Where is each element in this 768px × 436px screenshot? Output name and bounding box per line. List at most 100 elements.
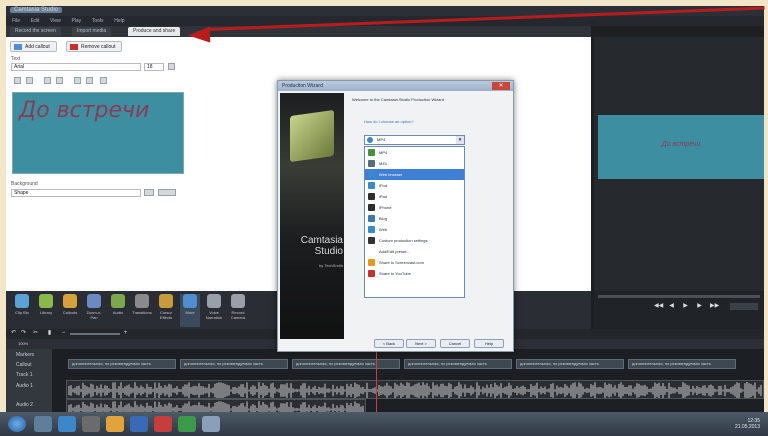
bold-icon[interactable] <box>14 77 21 84</box>
track-label: Track 1 <box>16 372 33 378</box>
task-clip-bin[interactable]: Clip Bin <box>12 294 32 327</box>
explorer-icon[interactable] <box>34 416 52 432</box>
fill-color-icon[interactable] <box>144 189 154 196</box>
task-audio[interactable]: Audio <box>108 294 128 327</box>
task-more[interactable]: More <box>180 294 200 327</box>
list-icon[interactable] <box>74 77 81 84</box>
font-select[interactable]: Arial <box>11 63 141 71</box>
task-label: Library <box>39 310 53 315</box>
cursor-icon <box>159 294 173 308</box>
add-callout-button[interactable]: Add callout <box>10 41 57 52</box>
track-header[interactable]: Markers <box>6 349 52 359</box>
redo-icon[interactable]: ↷ <box>20 330 27 337</box>
task-zoom[interactable]: Zoom-n-Pan <box>84 294 104 327</box>
format-option-icon <box>368 160 375 167</box>
format-option[interactable]: Custom production settings <box>365 235 464 246</box>
close-icon[interactable]: ✕ <box>492 82 510 90</box>
align-left-icon[interactable] <box>44 77 51 84</box>
help-choose-link[interactable]: How do I choose an option? <box>364 119 414 124</box>
callout-clip[interactable]: дополнительная, но рекомендуемая часть <box>68 359 176 369</box>
zoom-in-icon[interactable]: + <box>122 330 129 337</box>
browser-icon[interactable] <box>58 416 76 432</box>
combo-value: MP4 <box>377 137 386 142</box>
track-header[interactable]: Audio 1 <box>6 380 52 399</box>
audio-clip-1[interactable] <box>66 380 764 399</box>
format-option[interactable]: Web browser <box>365 169 464 180</box>
align-center-icon[interactable] <box>56 77 63 84</box>
format-option[interactable]: Share to Screencast.com <box>365 257 464 268</box>
menu-file[interactable]: File <box>12 18 20 24</box>
task-transitions[interactable]: Transitions <box>132 294 152 327</box>
callout-clip[interactable]: дополнительная, но рекомендуемая часть <box>180 359 288 369</box>
task-cursor[interactable]: Cursor Effects <box>156 294 176 327</box>
task-library[interactable]: Library <box>36 294 56 327</box>
folder-icon[interactable] <box>106 416 124 432</box>
menu-help[interactable]: Help <box>114 18 124 24</box>
format-option[interactable]: Web <box>365 224 464 235</box>
format-option[interactable]: iPad <box>365 191 464 202</box>
help-button[interactable]: Help <box>474 339 504 348</box>
remove-callout-button[interactable]: Remove callout <box>66 41 123 52</box>
callout-clip[interactable]: дополнительная, но рекомендуемая часть <box>292 359 400 369</box>
callout-clip[interactable]: дополнительная, но рекомендуемая часть <box>628 359 736 369</box>
callout-clip[interactable]: дополнительная, но рекомендуемая часть <box>516 359 624 369</box>
format-option[interactable]: Share to YouTube <box>365 268 464 279</box>
prev-icon[interactable]: ◀ <box>668 303 675 310</box>
format-option[interactable]: M4V <box>365 158 464 169</box>
rewind-icon[interactable]: ◀◀ <box>654 303 663 310</box>
tab-record-screen[interactable]: Record the screen <box>10 27 61 36</box>
format-option[interactable]: MP4 <box>365 147 464 158</box>
format-option[interactable]: iPhone <box>365 202 464 213</box>
track-label: Markers <box>16 352 35 358</box>
tab-import-media[interactable]: Import media <box>72 27 112 36</box>
callout-text-area[interactable]: До встречи <box>12 92 184 174</box>
format-option[interactable]: Add/Edit preset... <box>365 246 464 257</box>
format-option[interactable]: iPod <box>365 180 464 191</box>
menu-play[interactable]: Play <box>71 18 81 24</box>
system-clock[interactable]: 12:35 21.05.2013 <box>735 418 760 430</box>
chevron-down-icon[interactable]: ▾ <box>456 136 464 144</box>
start-icon[interactable] <box>8 416 26 432</box>
callout-clip[interactable]: дополнительная, но рекомендуемая часть <box>404 359 512 369</box>
camtasia-icon[interactable] <box>178 416 196 432</box>
line-icon[interactable] <box>86 77 93 84</box>
zoom-slider[interactable] <box>70 333 120 335</box>
track-header[interactable]: Callout <box>6 359 52 369</box>
undo-icon[interactable]: ↶ <box>10 330 17 337</box>
tab-produce-share[interactable]: Produce and share <box>128 27 181 36</box>
task-camera[interactable]: Record Camera <box>228 294 248 327</box>
cut-icon[interactable]: ✂ <box>32 330 39 337</box>
window-icon[interactable] <box>202 416 220 432</box>
scrub-bar[interactable] <box>598 295 760 298</box>
word-icon[interactable] <box>130 416 148 432</box>
menu-view[interactable]: View <box>50 18 61 24</box>
task-callouts[interactable]: Callouts <box>60 294 80 327</box>
effects-icon[interactable] <box>158 189 176 196</box>
back-button[interactable]: < Back <box>374 339 404 348</box>
menu-tools[interactable]: Tools <box>92 18 104 24</box>
format-option-label: Custom production settings <box>379 238 428 243</box>
track-header[interactable]: Track 1 <box>6 369 52 380</box>
media-icon[interactable] <box>82 416 100 432</box>
app-icon[interactable] <box>154 416 172 432</box>
play-icon[interactable]: ▶ <box>682 303 689 310</box>
task-label: Record Camera <box>230 310 246 320</box>
format-option[interactable]: Blog <box>365 213 464 224</box>
cancel-button[interactable]: Cancel <box>440 339 470 348</box>
task-voice[interactable]: Voice Narration <box>204 294 224 327</box>
production-format-combo[interactable]: MP4 ▾ <box>364 135 465 145</box>
next-button[interactable]: Next > <box>406 339 436 348</box>
italic-icon[interactable] <box>26 77 33 84</box>
fast-forward-icon[interactable]: ▶▶ <box>710 303 719 310</box>
font-color-icon[interactable] <box>168 63 175 70</box>
next-icon[interactable]: ▶ <box>696 303 703 310</box>
menu-edit[interactable]: Edit <box>31 18 40 24</box>
track-lane[interactable] <box>52 369 764 380</box>
background-select[interactable]: Shape <box>11 189 141 197</box>
zoom-out-icon[interactable]: − <box>60 330 67 337</box>
outline-icon[interactable] <box>100 77 107 84</box>
track-label: Callout <box>16 362 32 368</box>
split-icon[interactable]: ▮ <box>46 330 53 337</box>
fullscreen-icon[interactable] <box>730 303 758 310</box>
font-size-select[interactable]: 18 <box>144 63 164 71</box>
